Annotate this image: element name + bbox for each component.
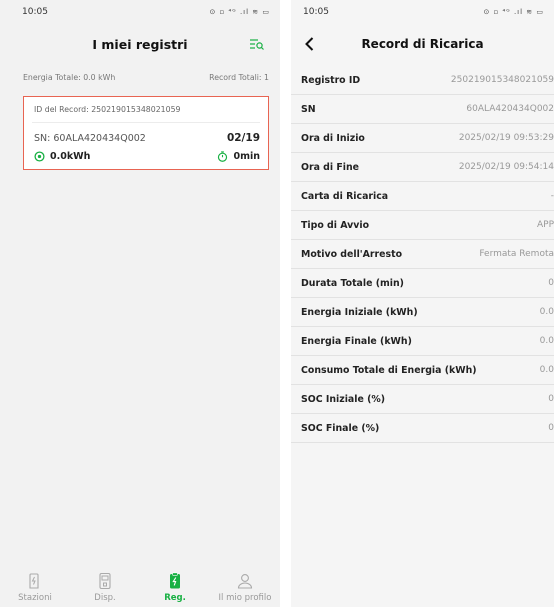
record-energy: 0.0kWh xyxy=(34,151,90,162)
row-value: APP xyxy=(536,220,554,230)
row-label: Energia Iniziale (kWh) xyxy=(301,306,418,318)
device-icon xyxy=(99,572,111,590)
detail-list: Registro ID 250219015348021059 SN 60ALA420… xyxy=(291,66,554,443)
row-label: SOC Iniziale (%) xyxy=(301,393,386,405)
row-label: Carta di Ricarica xyxy=(301,190,389,202)
row-label: Tipo di Avvio xyxy=(301,219,370,231)
row-value: 2025/02/19 09:54:14 xyxy=(458,162,554,172)
charging-station-icon xyxy=(29,573,39,589)
page-title: Record di Ricarica xyxy=(361,37,484,51)
record-duration: 0min xyxy=(217,151,260,162)
record-card[interactable]: ID del Record: 250219015348021059 SN: 60… xyxy=(23,96,269,170)
row-label: Registro ID xyxy=(301,74,361,86)
row-value: 60ALA420434Q002 xyxy=(466,104,554,114)
detail-row: SOC Iniziale (%) 0 xyxy=(291,385,554,414)
row-label: Ora di Fine xyxy=(301,161,360,173)
row-value: 0 xyxy=(548,394,554,404)
record-detail-screen: 10:05 ⊙ ▫ ⁴ᴳ .ıl ≋ ▭ Record di Ricarica … xyxy=(291,0,554,607)
total-energy: Energia Totale: 0.0 kWh xyxy=(23,72,116,82)
tab-label: Disp. xyxy=(94,593,116,603)
stopwatch-icon xyxy=(218,150,228,162)
detail-row: Registro ID 250219015348021059 xyxy=(291,66,554,95)
row-label: Energia Finale (kWh) xyxy=(301,335,412,347)
records-summary: Energia Totale: 0.0 kWh Record Totali: 1 xyxy=(0,64,280,90)
record-date: 02/19 xyxy=(226,132,260,144)
tab-profile[interactable]: Il mio profilo xyxy=(215,572,275,603)
row-value: Fermata Remota xyxy=(479,249,554,259)
record-duration-value: 0min xyxy=(233,150,260,162)
page-header: I miei registri xyxy=(0,24,280,64)
status-icons: ⊙ ▫ ⁴ᴳ .ıl ≋ ▭ xyxy=(483,8,544,16)
tab-label: Stazioni xyxy=(18,593,52,603)
detail-row: Ora di Fine 2025/02/19 09:54:14 xyxy=(291,153,554,182)
divider xyxy=(32,122,260,123)
filter-search-icon[interactable] xyxy=(250,38,264,50)
row-value: 0 xyxy=(548,423,554,433)
detail-row: Durata Totale (min) 0 xyxy=(291,269,554,298)
tab-label: Il mio profilo xyxy=(218,593,272,603)
detail-row: Ora di Inizio 2025/02/19 09:53:29 xyxy=(291,124,554,153)
row-label: Consumo Totale di Energia (kWh) xyxy=(301,364,477,376)
bottom-tab-bar: Stazioni Disp. Reg. Il mio profilo xyxy=(0,557,280,607)
row-value: 0.0 xyxy=(539,336,554,346)
detail-row: Tipo di Avvio APP xyxy=(291,211,554,240)
page-header: Record di Ricarica xyxy=(291,24,554,64)
total-records: Record Totali: 1 xyxy=(209,72,269,82)
tab-stations[interactable]: Stazioni xyxy=(5,572,65,603)
record-sn: SN: 60ALA420434Q002 xyxy=(34,132,146,144)
row-value: 250219015348021059 xyxy=(450,75,554,85)
detail-row: SOC Finale (%) 0 xyxy=(291,414,554,443)
status-time: 10:05 xyxy=(303,7,329,17)
status-bar: 10:05 ⊙ ▫ ⁴ᴳ .ıl ≋ ▭ xyxy=(291,0,554,24)
row-value: 2025/02/19 09:53:29 xyxy=(458,133,554,143)
energy-icon xyxy=(34,150,45,162)
record-id: ID del Record: 250219015348021059 xyxy=(34,105,181,114)
detail-row: Energia Finale (kWh) 0.0 xyxy=(291,327,554,356)
tab-devices[interactable]: Disp. xyxy=(75,572,135,603)
records-list-screen: 10:05 ⊙ ▫ ⁴ᴳ .ıl ≋ ▭ I miei registri Ene… xyxy=(0,0,280,607)
status-time: 10:05 xyxy=(22,7,48,17)
record-icon xyxy=(170,572,180,589)
status-bar: 10:05 ⊙ ▫ ⁴ᴳ .ıl ≋ ▭ xyxy=(0,0,280,24)
row-label: SOC Finale (%) xyxy=(301,422,380,434)
status-icons: ⊙ ▫ ⁴ᴳ .ıl ≋ ▭ xyxy=(209,8,270,16)
row-label: SN xyxy=(301,103,316,115)
row-label: Durata Totale (min) xyxy=(301,277,404,289)
row-value: 0.0 xyxy=(539,307,554,317)
row-label: Motivo dell'Arresto xyxy=(301,248,403,260)
row-value: 0.0 xyxy=(539,365,554,375)
detail-row: Carta di Ricarica - xyxy=(291,182,554,211)
detail-row: Consumo Totale di Energia (kWh) 0.0 xyxy=(291,356,554,385)
detail-row: SN 60ALA420434Q002 xyxy=(291,95,554,124)
detail-row: Energia Iniziale (kWh) 0.0 xyxy=(291,298,554,327)
row-value: 0 xyxy=(548,278,554,288)
record-energy-value: 0.0kWh xyxy=(50,150,91,162)
back-arrow-icon[interactable] xyxy=(303,36,317,52)
row-label: Ora di Inizio xyxy=(301,132,365,144)
tab-records[interactable]: Reg. xyxy=(145,572,205,603)
detail-row: Motivo dell'Arresto Fermata Remota xyxy=(291,240,554,269)
page-title: I miei registri xyxy=(92,36,188,52)
profile-icon xyxy=(237,574,253,589)
tab-label: Reg. xyxy=(164,593,186,603)
